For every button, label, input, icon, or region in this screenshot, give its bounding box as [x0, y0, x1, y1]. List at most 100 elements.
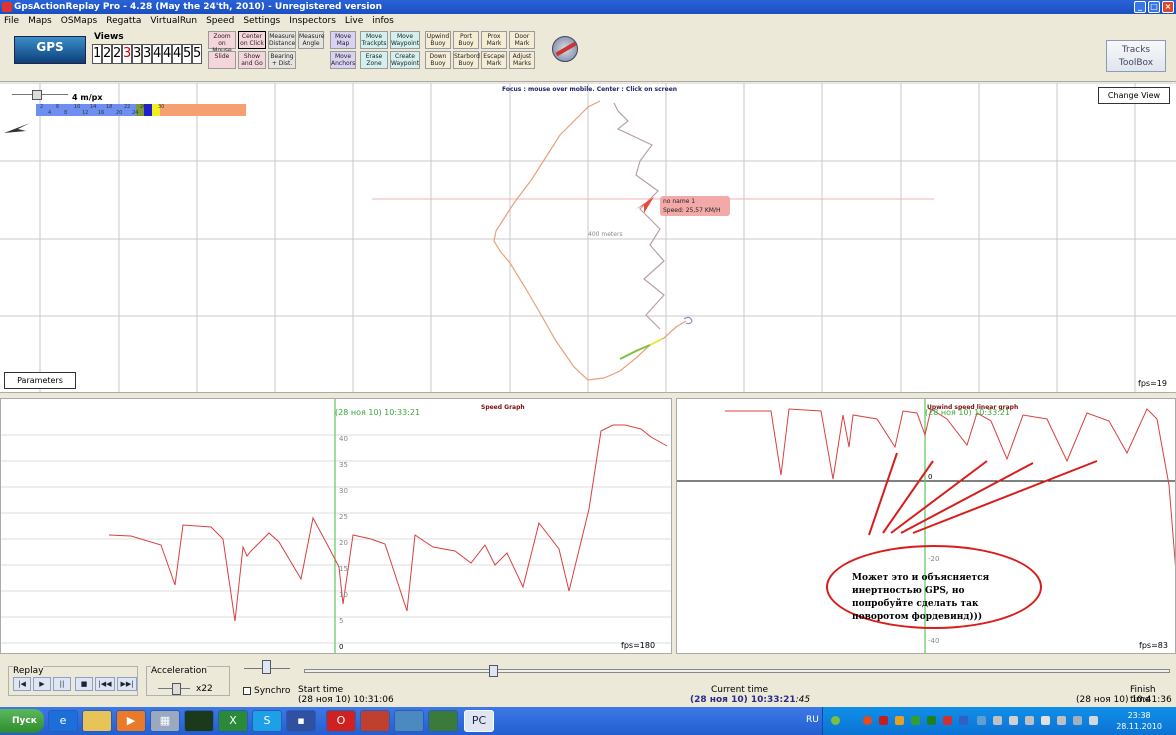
view-button[interactable]: 2	[112, 44, 122, 64]
rewind-button[interactable]: |◀◀	[95, 677, 115, 691]
minimize-button[interactable]: _	[1134, 1, 1146, 13]
view-button[interactable]: 3	[132, 44, 142, 64]
menu-inspectors[interactable]: Inspectors	[289, 16, 336, 26]
zoom-slider-thumb[interactable]	[262, 660, 271, 674]
media-player-icon[interactable]: ▶	[116, 710, 146, 732]
tray-app-icon[interactable]	[1041, 716, 1050, 725]
menu-infos[interactable]: infos	[372, 16, 394, 26]
down-buoy-button[interactable]: Down Buoy	[425, 51, 451, 69]
zoom-on-mouse-button[interactable]: Zoom on Mouse	[208, 31, 236, 54]
measure-distance-button[interactable]: Measure Distance	[268, 31, 296, 49]
play-button[interactable]: ▶	[33, 677, 51, 691]
language-indicator[interactable]: RU	[806, 715, 819, 725]
menu-speed[interactable]: Speed	[206, 16, 234, 26]
upwind-buoy-button[interactable]: Upwind Buoy	[425, 31, 451, 49]
checkbox-box[interactable]	[243, 687, 251, 695]
acceleration-slider[interactable]	[158, 683, 190, 695]
view-button[interactable]: 5	[182, 44, 192, 64]
network-tool-icon[interactable]	[394, 710, 424, 732]
erase-zone-button[interactable]: Erase Zone	[360, 51, 388, 69]
move-trackpts-button[interactable]: Move Trackpts	[360, 31, 388, 49]
network-icon[interactable]	[1089, 716, 1098, 725]
move-waypoint-button[interactable]: Move Waypoint	[390, 31, 420, 49]
internet-explorer-icon[interactable]: e	[48, 710, 78, 732]
winrar-icon[interactable]	[184, 710, 214, 732]
menu-osmaps[interactable]: OSMaps	[61, 16, 97, 26]
menu-virtualrun[interactable]: VirtualRun	[150, 16, 197, 26]
slide-button[interactable]: Slide	[208, 51, 236, 69]
view-button[interactable]: 4	[172, 44, 182, 64]
view-button[interactable]: 4	[152, 44, 162, 64]
upwind-graph-timestamp: (28 ноя 10) 10:33:21	[925, 408, 1011, 417]
port-buoy-button[interactable]: Port Buoy	[453, 31, 479, 49]
menu-maps[interactable]: Maps	[28, 16, 52, 26]
speed-graph[interactable]: Speed Graph (28 ноя 10) 10:33:21 40 35 3…	[0, 398, 672, 654]
starboard-buoy-button[interactable]: Starbord Buoy	[453, 51, 480, 69]
opera-icon[interactable]: O	[326, 710, 356, 732]
stop-button[interactable]: ■	[75, 677, 93, 691]
monitor-icon[interactable]	[428, 710, 458, 732]
folder-icon[interactable]	[82, 710, 112, 732]
view-button-active[interactable]: 3	[122, 44, 132, 64]
clock-time: 23:38	[1127, 711, 1151, 720]
bearing-dist-button[interactable]: Bearing + Dist.	[268, 51, 296, 69]
adjust-marks-button[interactable]: Adjust Marks	[509, 51, 535, 69]
parameters-button[interactable]: Parameters	[4, 372, 76, 389]
door-mark-button[interactable]: Door Mark	[509, 31, 535, 49]
tray-app-icon[interactable]	[911, 716, 920, 725]
tray-app-icon[interactable]	[831, 716, 840, 725]
show-and-go-button[interactable]: Show and Go	[238, 51, 266, 69]
volume-icon[interactable]	[1073, 716, 1082, 725]
prox-mark-button[interactable]: Prox Mark	[481, 31, 507, 49]
close-button[interactable]: ×	[1162, 1, 1174, 13]
measure-angle-button[interactable]: Measure Angle	[298, 31, 325, 49]
excel-icon[interactable]: X	[218, 710, 248, 732]
create-waypoint-button[interactable]: Create Waypoint	[390, 51, 420, 69]
view-button[interactable]: 5	[192, 44, 202, 64]
app-red-icon[interactable]	[360, 710, 390, 732]
synchro-checkbox[interactable]: Synchro	[243, 686, 290, 696]
tray-app-icon[interactable]	[977, 716, 986, 725]
tray-app-icon[interactable]	[993, 716, 1002, 725]
view-button[interactable]: 3	[142, 44, 152, 64]
network-signal-icon[interactable]	[1057, 716, 1066, 725]
view-button[interactable]: 4	[162, 44, 172, 64]
focus-note: Focus : mouse over mobile. Center : Clic…	[502, 86, 678, 93]
center-on-click-button[interactable]: Center on Click	[238, 31, 266, 49]
tray-app-icon[interactable]	[1009, 716, 1018, 725]
wind-rotor-icon[interactable]	[552, 36, 578, 62]
escape-mark-button[interactable]: Escape Mark	[481, 51, 507, 69]
bluetooth-icon[interactable]	[959, 716, 968, 725]
move-map-button[interactable]: Move Map	[330, 31, 356, 49]
skip-start-button[interactable]: |◀	[13, 677, 31, 691]
view-button[interactable]: 2	[102, 44, 112, 64]
pause-button[interactable]: ||	[53, 677, 71, 691]
clock[interactable]: 23:38 28.11.2010	[1116, 710, 1162, 732]
time-slider-thumb[interactable]	[489, 665, 498, 677]
skype-icon[interactable]: S	[252, 710, 282, 732]
save-disk-icon[interactable]: ▪	[286, 710, 316, 732]
menu-settings[interactable]: Settings	[243, 16, 280, 26]
fast-forward-button[interactable]: ▶▶|	[117, 677, 137, 691]
menu-live[interactable]: Live	[345, 16, 363, 26]
change-view-button[interactable]: Change View	[1098, 87, 1170, 104]
tray-app-icon[interactable]	[1025, 716, 1034, 725]
tray-app-icon[interactable]	[879, 716, 888, 725]
tray-app-icon[interactable]	[943, 716, 952, 725]
calculator-icon[interactable]: ▦	[150, 710, 180, 732]
menu-regatta[interactable]: Regatta	[106, 16, 141, 26]
view-button[interactable]: 1	[92, 44, 102, 64]
scale-slider[interactable]	[12, 90, 68, 100]
tray-app-icon[interactable]	[863, 716, 872, 725]
tray-app-icon[interactable]	[927, 716, 936, 725]
map-view[interactable]: 4 m/px 2 6 10 14 18 22 26 30 4 8 12 16 2…	[0, 83, 1176, 393]
colorbar-tick: 4	[48, 110, 52, 116]
menu-file[interactable]: File	[4, 16, 19, 26]
time-slider[interactable]	[304, 665, 1170, 677]
gpsactionreplay-task[interactable]: PC	[464, 710, 494, 732]
start-button[interactable]: Пуск	[0, 709, 44, 733]
tray-app-icon[interactable]	[895, 716, 904, 725]
move-anchors-button[interactable]: Move Anchors	[330, 51, 356, 69]
maximize-button[interactable]: □	[1148, 1, 1160, 13]
tracks-toolbox-button[interactable]: Tracks ToolBox	[1106, 40, 1166, 72]
